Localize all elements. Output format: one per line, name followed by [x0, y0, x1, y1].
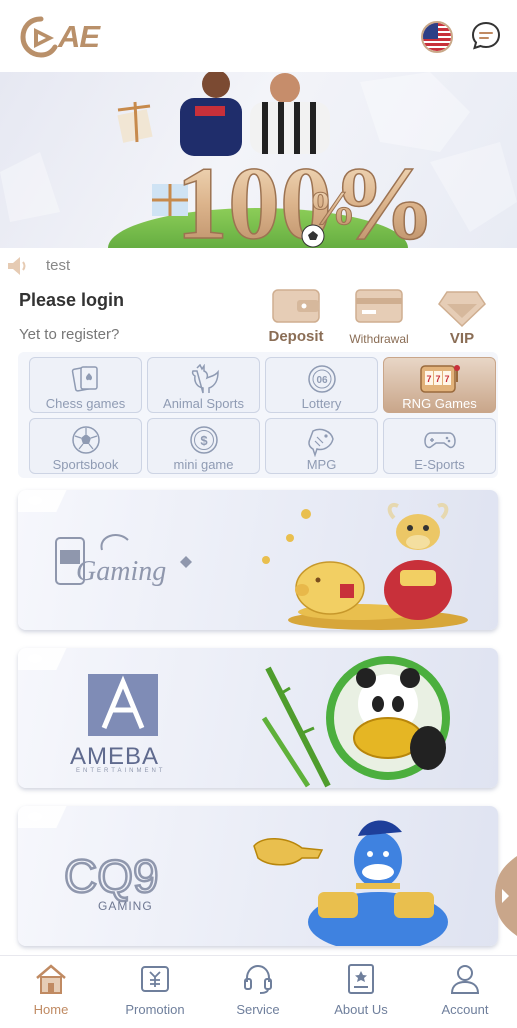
register-link[interactable]: Yet to register? [19, 326, 119, 343]
cq9-card-art: CQ9 GAMING [63, 820, 448, 946]
category-label: RNG Games [402, 396, 477, 411]
gaming-card-art: Gaming [55, 503, 468, 630]
coin-icon: $ [189, 426, 218, 454]
deposit-label: Deposit [268, 328, 324, 345]
tab-label: Promotion [125, 1002, 185, 1017]
logo-mark-icon [20, 16, 58, 58]
category-label: MPG [306, 457, 337, 472]
category-label: Sportsbook [52, 457, 119, 472]
tab-account[interactable]: Account [415, 962, 515, 1017]
gaming-logo-text: Gaming [76, 556, 166, 587]
provider-card-gaming[interactable]: Gaming [18, 490, 498, 630]
svg-text:$: $ [200, 433, 208, 448]
tab-label: Account [441, 1002, 489, 1017]
ameba-card-art: AMEBA ENTERTAINMENT [70, 656, 450, 788]
home-icon [36, 964, 66, 994]
app-page: AE 100% % test Please login Yet to regis… [0, 0, 517, 1028]
category-label: E-Sports [414, 457, 465, 472]
cards-icon [71, 366, 98, 392]
notice-text: test [46, 257, 71, 274]
logo-text: AE [58, 19, 100, 54]
tab-service[interactable]: Service [208, 962, 308, 1017]
tab-label: Home [33, 1002, 69, 1017]
svg-text:7: 7 [435, 374, 440, 384]
chat-icon[interactable] [471, 21, 501, 51]
diamond-icon [438, 291, 486, 328]
category-mini-game[interactable]: $ mini game [147, 418, 260, 474]
soccer-ball-icon [71, 426, 100, 454]
tab-home[interactable]: Home [1, 962, 101, 1017]
side-drawer-handle[interactable] [493, 856, 517, 936]
provider-card-ameba[interactable]: AMEBA ENTERTAINMENT [18, 648, 498, 788]
promotion-icon [141, 966, 169, 992]
category-chess-games[interactable]: Chess games [29, 357, 142, 413]
banner-art: 100% % [0, 72, 517, 248]
category-mpg[interactable]: MPG [265, 418, 378, 474]
about-icon [348, 964, 374, 994]
login-title[interactable]: Please login [19, 290, 124, 311]
withdrawal-label: Withdrawal [349, 332, 409, 346]
svg-text:06: 06 [316, 375, 328, 386]
category-e-sports[interactable]: E-Sports [383, 418, 496, 474]
gamepad-icon [423, 432, 456, 449]
provider-card-cq9[interactable]: CQ9 GAMING [18, 806, 498, 946]
user-icon [450, 965, 480, 994]
vip-label: VIP [449, 330, 475, 347]
lottery-ball-icon: 06 [307, 365, 336, 393]
tab-label: Service [236, 1002, 280, 1017]
category-label: Chess games [45, 396, 126, 411]
category-label: Animal Sports [163, 396, 244, 411]
category-label: Lottery [301, 396, 342, 411]
tab-label: About Us [334, 1002, 388, 1017]
ameba-logo-text: AMEBA [70, 743, 159, 770]
card-icon [355, 289, 403, 323]
header: AE [0, 0, 517, 72]
tab-about-us[interactable]: About Us [311, 962, 411, 1017]
svg-text:7: 7 [444, 374, 449, 384]
svg-text:7: 7 [426, 374, 431, 384]
cq9-sub-text: GAMING [98, 899, 153, 913]
speaker-icon [8, 257, 26, 275]
bottom-tab-bar: Home Promotion Service About Us Account [0, 955, 517, 1028]
headset-icon [244, 964, 272, 994]
slot-machine-icon: 7 7 7 [419, 365, 460, 393]
us-flag-icon[interactable] [421, 21, 453, 53]
ameba-sub-text: ENTERTAINMENT [76, 768, 165, 774]
brand-logo[interactable]: AE [20, 16, 100, 58]
category-sportsbook[interactable]: Sportsbook [29, 418, 142, 474]
deposit-button[interactable]: Deposit [266, 288, 326, 345]
tab-promotion[interactable]: Promotion [105, 962, 205, 1017]
rooster-icon [191, 364, 219, 394]
withdrawal-button[interactable]: Withdrawal [344, 288, 414, 346]
wallet-icon [272, 289, 320, 323]
category-animal-sports[interactable]: Animal Sports [147, 357, 260, 413]
vip-button[interactable]: VIP [432, 288, 492, 347]
category-lottery[interactable]: 06 Lottery [265, 357, 378, 413]
category-label: mini game [173, 457, 234, 472]
category-grid: Chess games Animal Sports 06 Lottery 7 7… [18, 352, 498, 478]
fish-icon [307, 428, 334, 457]
cq9-logo-text: CQ9 [64, 850, 159, 902]
notice-bar[interactable]: test [0, 250, 517, 280]
promo-banner[interactable]: 100% % [0, 72, 517, 248]
category-rng-games[interactable]: 7 7 7 RNG Games [383, 357, 496, 413]
